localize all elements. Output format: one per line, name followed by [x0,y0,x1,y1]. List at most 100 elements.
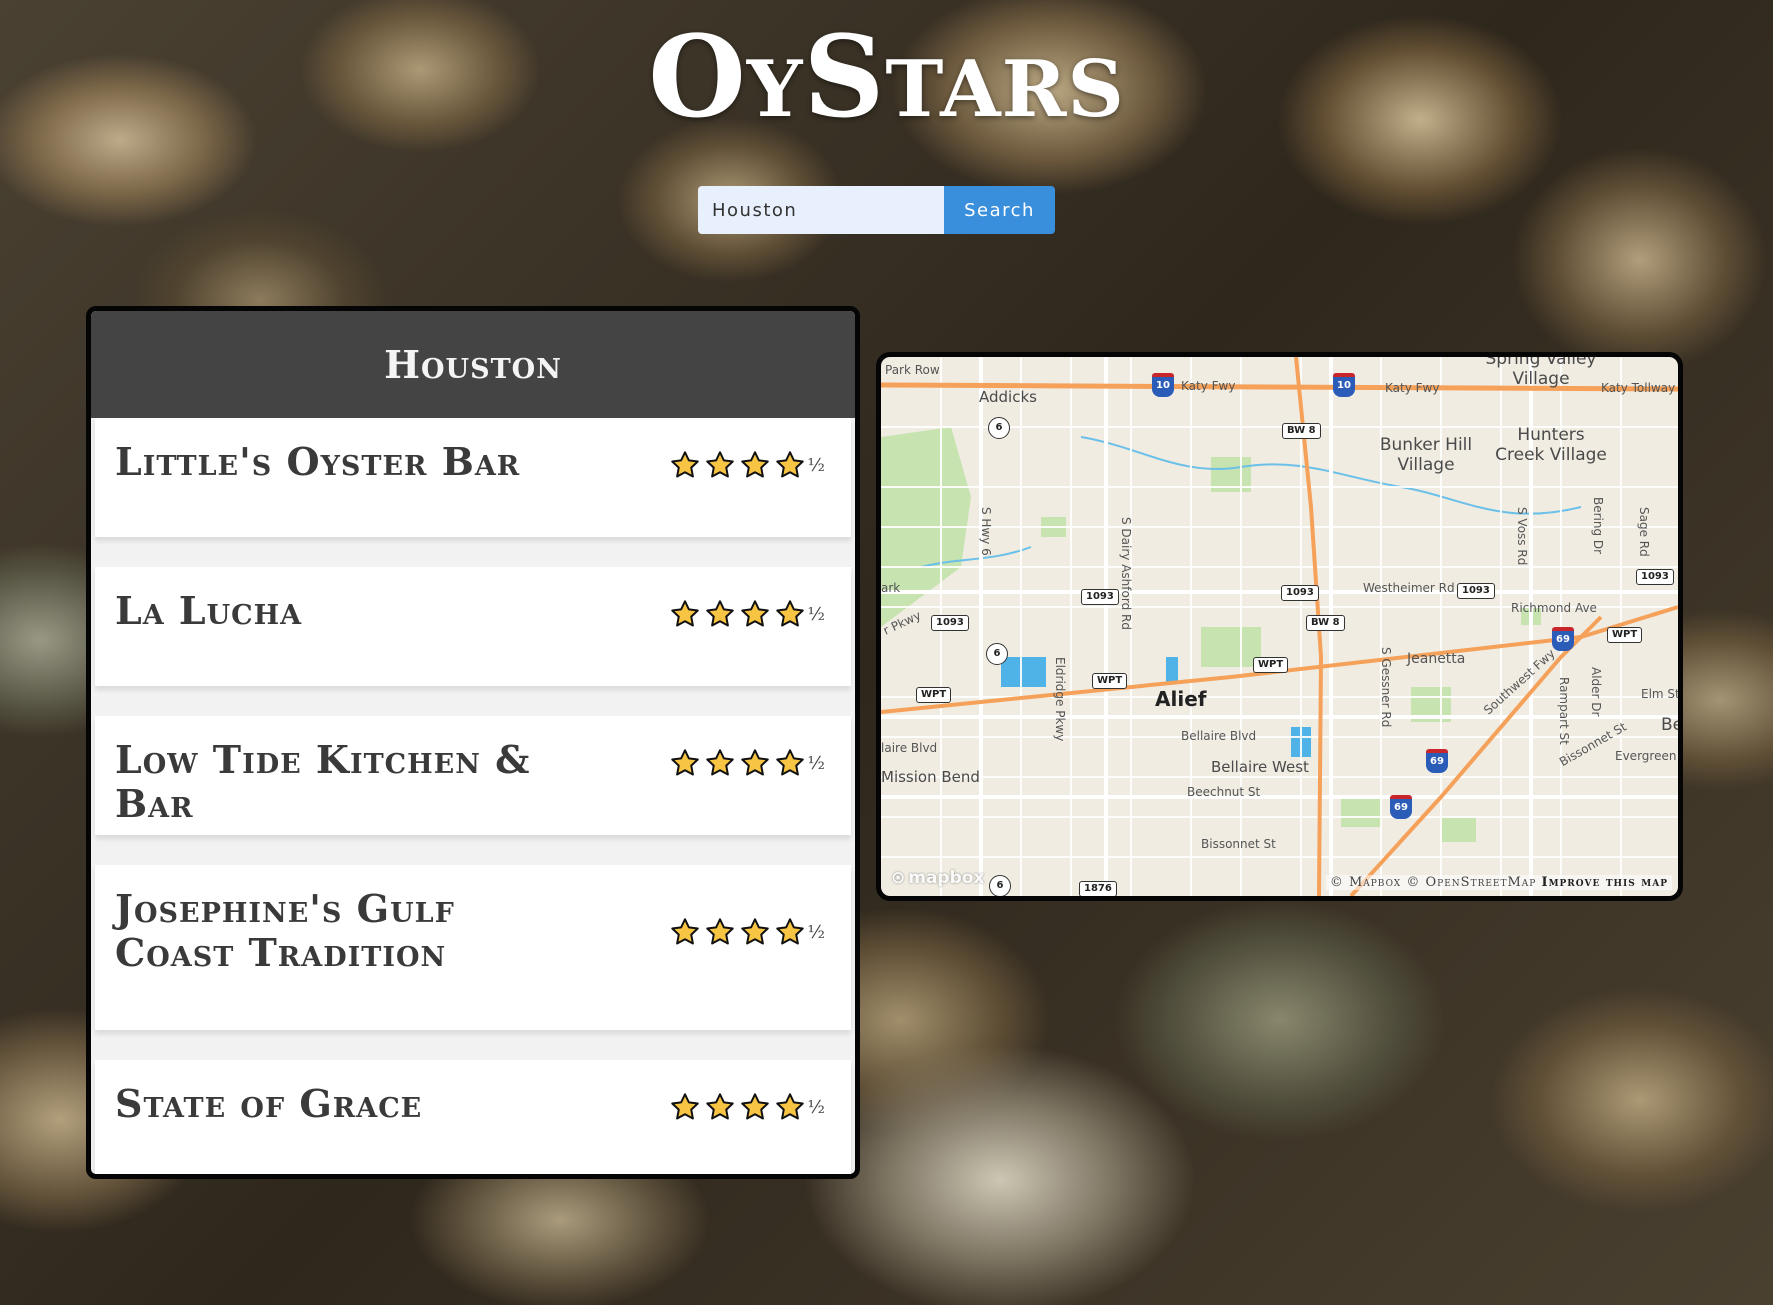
map-label-addicks: Addicks [979,388,1037,406]
map-label-katy-fwy: Katy Fwy [1181,379,1236,393]
star-rating: ½ [665,917,825,947]
map-label-bunker-hill: Bunker Hill Village [1379,435,1473,475]
search-input[interactable] [698,186,944,234]
map-label-elm-st: Elm St [1641,687,1680,701]
map-label-katy-fwy: Katy Fwy [1385,381,1440,395]
road-shield-6: 6 [988,417,1010,439]
road-shield-1093: 1093 [1457,583,1495,599]
map-attribution: © Mapbox © OpenStreetMap Improve this ma… [1325,875,1672,890]
road-shield-1093: 1093 [1636,569,1674,585]
star-icon [705,1092,735,1122]
map[interactable]: Park Row Addicks Spring Valley Village B… [876,352,1683,901]
map-label-s-voss: S Voss Rd [1515,507,1529,566]
restaurant-name: La Lucha [115,588,303,633]
map-label-eldridge: Eldridge Pkwy [1053,657,1067,742]
star-icon [670,450,700,480]
road-shield-wpt: WPT [1607,627,1643,643]
restaurant-name: State of Grace [115,1081,423,1126]
restaurant-list: Little's Oyster Bar ½ La Lucha ½ Low Tid… [91,418,855,1174]
star-icon [670,599,700,629]
map-label-s-gessner: S Gessner Rd [1379,647,1393,728]
search-form: Search [698,186,1055,234]
improve-map-link[interactable]: Improve this map [1542,875,1669,890]
star-icon [670,917,700,947]
star-icon [740,1092,770,1122]
map-label-rampart: Rampart St [1557,677,1571,745]
mapbox-logo-icon: ⊙ [891,868,906,888]
app-logo: OyStars [648,12,1125,143]
map-label-sage: Sage Rd [1637,507,1651,557]
park-area [1441,817,1476,842]
road-shield-bw8: BW 8 [1306,615,1345,631]
lake [1001,657,1046,687]
results-panel: Houston Little's Oyster Bar ½ La Lucha ½… [86,306,860,1179]
interstate-shield-icon: 10 [1152,373,1174,397]
restaurant-name: Josephine's Gulf Coast Tradition [115,886,455,975]
mapbox-logo[interactable]: ⊙ mapbox [891,868,984,888]
star-rating: ½ [665,450,825,480]
half-star-label: ½ [807,752,825,774]
map-label-be: Be [1661,715,1683,735]
star-icon [740,917,770,947]
restaurant-name: Low Tide Kitchen & Bar [115,737,531,826]
map-label-bissonnet: Bissonnet St [1201,837,1276,851]
star-rating: ½ [665,748,825,778]
restaurant-card[interactable]: State of Grace ½ [95,1060,851,1174]
road-shield-1093: 1093 [1081,589,1119,605]
star-icon [670,748,700,778]
map-label-ark: ark [881,581,901,595]
map-label-s-hwy-6: S Hwy 6 [979,507,993,556]
map-label-alder: Alder Dr [1589,667,1603,717]
restaurant-card[interactable]: Low Tide Kitchen & Bar ½ [95,716,851,835]
attribution-osm-link[interactable]: © OpenStreetMap [1406,875,1536,890]
road-shield-1093: 1093 [1281,585,1319,601]
restaurant-name: Little's Oyster Bar [115,439,521,484]
map-label-westheimer: Westheimer Rd [1363,581,1455,595]
road-shield-6: 6 [986,643,1008,665]
search-button[interactable]: Search [944,186,1055,234]
star-icon [740,599,770,629]
us-69-shield-icon: 69 [1552,627,1574,651]
us-69-shield-icon: 69 [1390,795,1412,819]
star-rating: ½ [665,599,825,629]
road-shield-wpt: WPT [916,687,952,703]
star-icon [670,1092,700,1122]
half-star-label: ½ [807,603,825,625]
map-label-beechnut: Beechnut St [1187,785,1261,799]
map-label-jeanetta: Jeanetta [1407,651,1466,667]
interstate-shield-icon: 10 [1333,373,1355,397]
map-label-bellaire-west: Bellaire West [1211,758,1309,776]
road-shield-1876: 1876 [1079,881,1117,896]
star-icon [705,748,735,778]
half-star-label: ½ [807,1096,825,1118]
map-label-bellaire-blvd: Bellaire Blvd [1181,729,1257,743]
restaurant-card[interactable]: La Lucha ½ [95,567,851,686]
star-icon [775,917,805,947]
map-label-laire-blvd: laire Blvd [881,741,938,755]
restaurant-card[interactable]: Josephine's Gulf Coast Tradition ½ [95,865,851,1030]
lake [1166,657,1178,682]
road-shield-wpt: WPT [1092,673,1128,689]
map-label-bering: Bering Dr [1591,497,1605,555]
map-label-richmond: Richmond Ave [1511,601,1597,615]
restaurant-card[interactable]: Little's Oyster Bar ½ [95,418,851,537]
park-area [1201,627,1261,667]
star-icon [705,450,735,480]
map-label-alief: Alief [1155,687,1207,711]
map-label-mission-bend: Mission Bend [881,768,980,786]
map-label-katy-tollway: Katy Tollway [1601,381,1676,395]
star-icon [705,917,735,947]
results-city-title: Houston [91,311,855,418]
star-icon [740,450,770,480]
star-icon [705,599,735,629]
road-shield-1093: 1093 [931,615,969,631]
attribution-mapbox-link[interactable]: © Mapbox [1330,875,1401,890]
star-icon [775,748,805,778]
road-shield-6: 6 [989,875,1011,896]
star-icon [775,599,805,629]
star-icon [775,1092,805,1122]
map-label-spring-valley: Spring Valley Village [1485,352,1597,389]
map-label-hunters-creek: Hunters Creek Village [1495,425,1607,465]
map-label-evergreen: Evergreen [1615,749,1677,763]
road-shield-wpt: WPT [1253,657,1289,673]
